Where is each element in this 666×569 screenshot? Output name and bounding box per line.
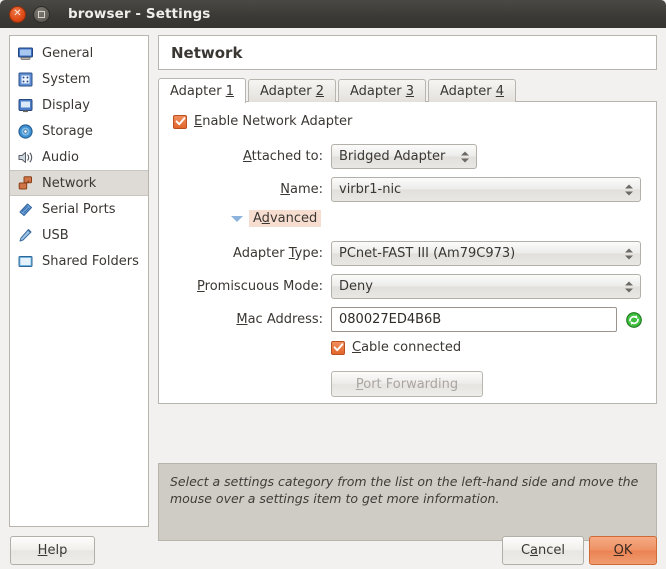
serial-port-icon	[17, 201, 34, 218]
sidebar-item-storage[interactable]: Storage	[10, 118, 148, 144]
attached-to-combobox[interactable]: Bridged Adapter	[331, 144, 477, 169]
mac-address-label: Mac Address:	[159, 312, 331, 327]
advanced-toggle[interactable]: Advanced	[231, 210, 321, 227]
settings-category-list[interactable]: General System	[9, 35, 149, 527]
sidebar-item-shared-folders[interactable]: Shared Folders	[10, 248, 148, 274]
tab-adapter-4[interactable]: Adapter 4	[428, 79, 516, 102]
attached-to-row: Attached to: Bridged Adapter	[159, 144, 656, 169]
tab-adapter-1[interactable]: Adapter 1	[158, 78, 246, 103]
sidebar-item-label: System	[42, 72, 90, 87]
port-forwarding-button[interactable]: Port Forwarding	[331, 371, 483, 397]
tab-label: Adapter 4	[440, 84, 504, 99]
promiscuous-mode-label: Promiscuous Mode:	[159, 279, 331, 294]
adapter-type-label: Adapter Type:	[159, 246, 331, 261]
usb-icon	[17, 227, 34, 244]
enable-adapter-checkbox[interactable]	[173, 115, 187, 129]
promiscuous-mode-value: Deny	[339, 279, 373, 294]
tab-adapter-3[interactable]: Adapter 3	[338, 79, 426, 102]
sidebar-item-usb[interactable]: USB	[10, 222, 148, 248]
sidebar-item-label: General	[42, 46, 93, 61]
settings-dialog: ✕ browser - Settings General	[0, 0, 666, 569]
mac-address-row: Mac Address: 080027ED4B6B	[159, 307, 656, 332]
tab-label: Adapter 1	[170, 84, 234, 99]
adapter-1-panel: Enable Network Adapter Attached to: Brid…	[158, 101, 657, 404]
name-value: virbr1-nic	[339, 182, 401, 197]
adapter-type-row: Adapter Type: PCnet-FAST III (Am79C973)	[159, 241, 656, 266]
adapter-type-value: PCnet-FAST III (Am79C973)	[339, 246, 515, 261]
disc-icon	[17, 123, 34, 140]
window-title: browser - Settings	[68, 6, 210, 22]
cancel-button-label: Cancel	[521, 543, 565, 558]
folder-icon	[17, 253, 34, 270]
triangle-down-icon	[231, 216, 243, 222]
ok-button[interactable]: OK	[589, 536, 657, 565]
help-button[interactable]: Help	[10, 536, 95, 565]
spinner-arrows-icon	[461, 151, 469, 162]
port-forwarding-label: Port Forwarding	[356, 377, 458, 392]
page-header: Network	[158, 35, 657, 70]
enable-adapter-row: Enable Network Adapter	[173, 114, 352, 129]
cable-connected-row: Cable connected	[159, 340, 656, 355]
ok-button-label: OK	[614, 543, 633, 558]
close-glyph: ✕	[13, 9, 21, 19]
settings-content-pane: Network Adapter 1 Adapter 2 Adapter 3 Ad…	[158, 35, 657, 404]
tab-adapter-2[interactable]: Adapter 2	[248, 79, 336, 102]
page-title: Network	[171, 44, 242, 62]
promiscuous-mode-combobox[interactable]: Deny	[331, 274, 641, 299]
sidebar-item-label: Shared Folders	[42, 254, 139, 269]
port-forwarding-row: Port Forwarding	[159, 371, 656, 397]
sidebar-item-display[interactable]: Display	[10, 92, 148, 118]
status-hint-panel: Select a settings category from the list…	[158, 463, 657, 541]
help-button-label: Help	[38, 543, 68, 558]
attached-to-value: Bridged Adapter	[339, 149, 445, 164]
spinner-arrows-icon	[625, 184, 633, 195]
mac-address-value: 080027ED4B6B	[339, 312, 441, 327]
mac-address-input[interactable]: 080027ED4B6B	[331, 307, 617, 332]
adapter-type-combobox[interactable]: PCnet-FAST III (Am79C973)	[331, 241, 641, 266]
enable-adapter-label: Enable Network Adapter	[194, 114, 352, 129]
name-combobox[interactable]: virbr1-nic	[331, 177, 641, 202]
dialog-body: General System	[0, 28, 666, 569]
advanced-row: Advanced	[159, 210, 656, 227]
cancel-button[interactable]: Cancel	[502, 536, 584, 565]
sidebar-item-label: Audio	[42, 150, 79, 165]
promiscuous-mode-row: Promiscuous Mode: Deny	[159, 274, 656, 299]
monitor-icon	[17, 45, 34, 62]
attached-to-label: Attached to:	[159, 149, 331, 164]
cable-connected-checkbox[interactable]	[331, 341, 345, 355]
name-row: Name: virbr1-nic	[159, 177, 656, 202]
status-hint-text: Select a settings category from the list…	[170, 473, 645, 507]
spinner-arrows-icon	[625, 248, 633, 259]
display-icon	[17, 97, 34, 114]
adapter-tabs: Adapter 1 Adapter 2 Adapter 3 Adapter 4	[158, 77, 657, 102]
sidebar-item-serial-ports[interactable]: Serial Ports	[10, 196, 148, 222]
refresh-icon[interactable]	[625, 311, 643, 329]
window-titlebar: ✕ browser - Settings	[0, 0, 666, 28]
maximize-glyph	[38, 11, 45, 18]
sidebar-item-label: Display	[42, 98, 90, 113]
sidebar-item-system[interactable]: System	[10, 66, 148, 92]
advanced-label: Advanced	[249, 210, 321, 227]
close-icon[interactable]: ✕	[9, 6, 26, 23]
sidebar-item-label: Serial Ports	[42, 202, 115, 217]
name-label: Name:	[159, 182, 331, 197]
maximize-icon[interactable]	[33, 6, 50, 23]
sidebar-item-audio[interactable]: Audio	[10, 144, 148, 170]
cable-connected-label: Cable connected	[352, 340, 461, 355]
spinner-arrows-icon	[625, 281, 633, 292]
tab-label: Adapter 2	[260, 84, 324, 99]
sidebar-item-general[interactable]: General	[10, 40, 148, 66]
speaker-icon	[17, 149, 34, 166]
sidebar-item-label: USB	[42, 228, 69, 243]
chip-icon	[17, 71, 34, 88]
sidebar-item-label: Network	[42, 176, 96, 191]
network-icon	[17, 175, 34, 192]
tab-label: Adapter 3	[350, 84, 414, 99]
sidebar-item-label: Storage	[42, 124, 93, 139]
dialog-button-bar: Help Cancel OK	[0, 533, 666, 569]
sidebar-item-network[interactable]: Network	[10, 170, 148, 196]
